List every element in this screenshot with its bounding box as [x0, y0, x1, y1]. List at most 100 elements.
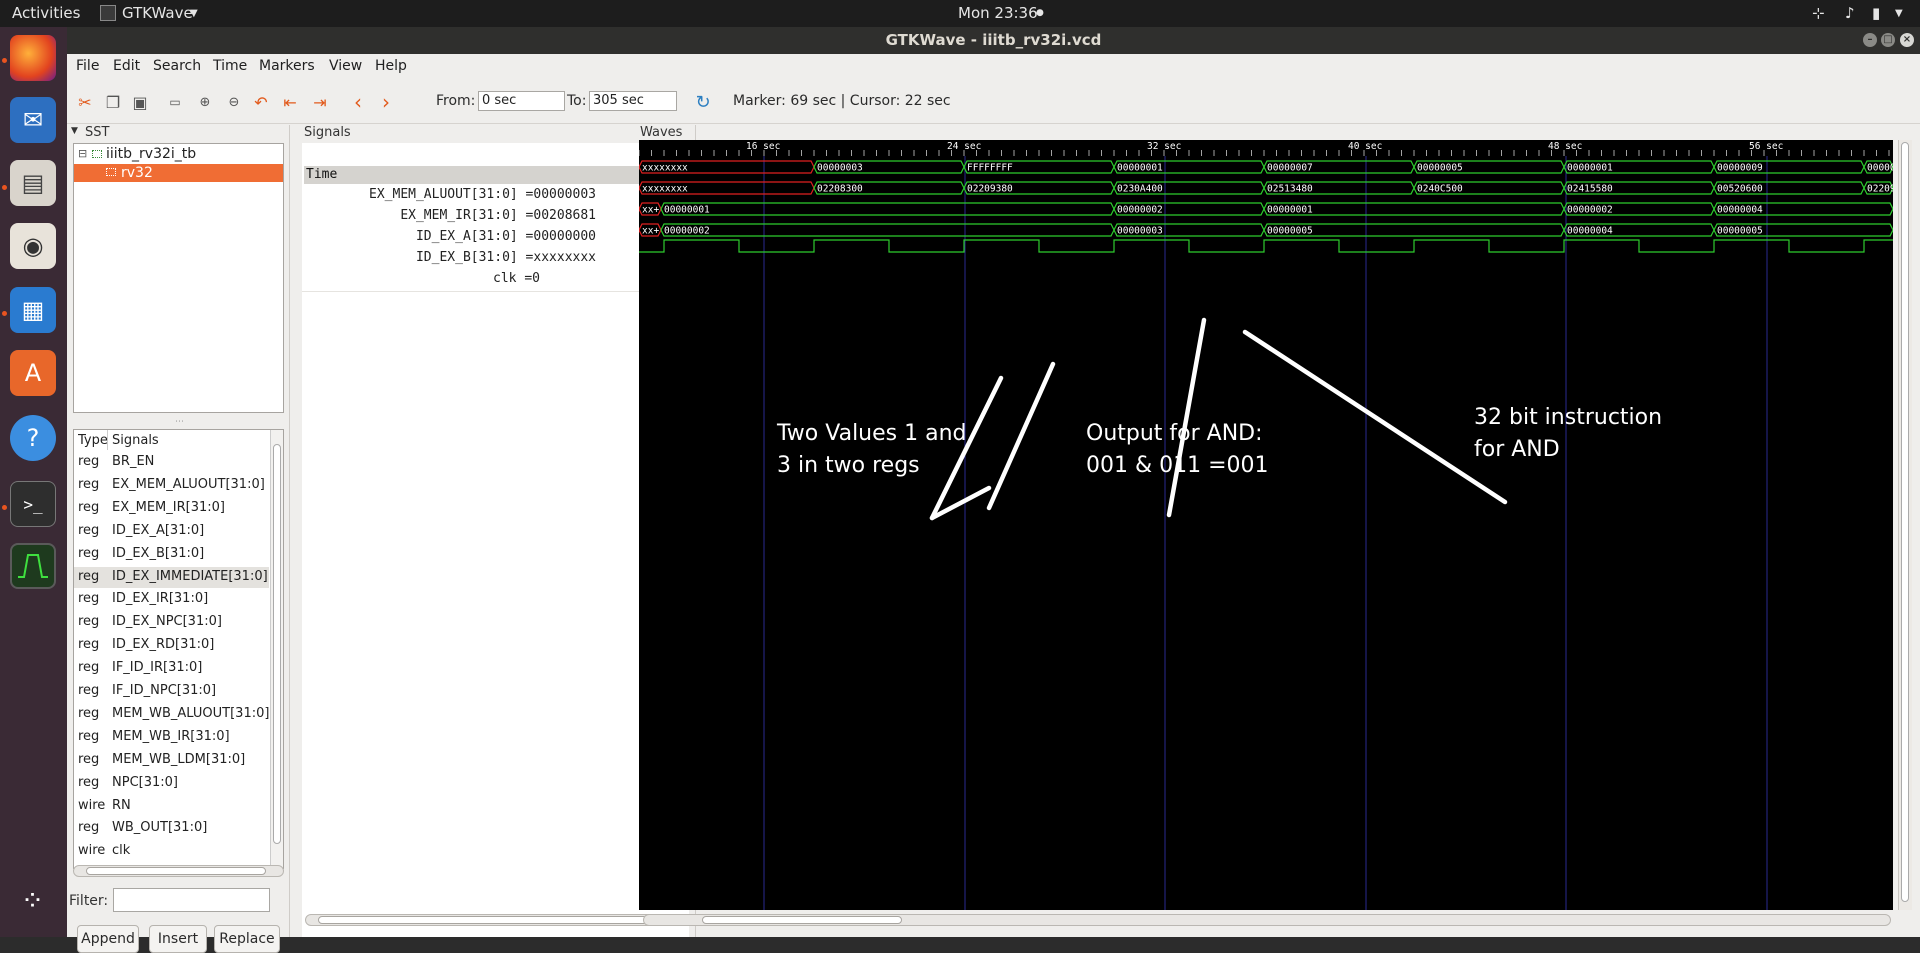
minimize-icon[interactable]: –: [1863, 33, 1877, 47]
find-prev-edge-icon[interactable]: ‹: [347, 90, 369, 114]
scrollbar-thumb[interactable]: [86, 867, 266, 875]
signal-name: RN: [112, 797, 131, 813]
signal-name: EX_MEM_ALUOUT[31:0]: [112, 476, 265, 492]
signal-row-id-ex-a[interactable]: ID_EX_A[31:0] =00000000: [302, 229, 687, 249]
list-item[interactable]: reg ID_EX_A[31:0]: [74, 521, 269, 542]
list-item[interactable]: reg ID_EX_IR[31:0]: [74, 589, 269, 610]
pane-divider[interactable]: [289, 125, 290, 937]
type-column-header[interactable]: Type: [78, 433, 108, 448]
system-menu-chevron-icon[interactable]: ▼: [1895, 8, 1903, 19]
running-indicator-icon: [2, 311, 7, 316]
signal-row-id-ex-b[interactable]: ID_EX_B[31:0] =xxxxxxxx: [302, 250, 687, 270]
zoom-fit-icon[interactable]: ▭: [164, 91, 186, 113]
list-item[interactable]: reg EX_MEM_ALUOUT[31:0]: [74, 475, 269, 496]
thunderbird-icon[interactable]: ✉: [10, 97, 56, 143]
list-item[interactable]: reg ID_EX_B[31:0]: [74, 544, 269, 565]
waves-canvas[interactable]: 16 sec 24 sec 32 sec 40 sec 48 sec 56 sec xxxx…: [639, 140, 1893, 910]
replace-button[interactable]: Replace: [214, 925, 280, 953]
signals-column-header[interactable]: Signals: [112, 433, 159, 448]
terminal-icon[interactable]: >_: [10, 481, 56, 527]
list-item[interactable]: reg ID_EX_NPC[31:0]: [74, 612, 269, 633]
tree-item-tb[interactable]: iiitb_rv32i_tb: [106, 146, 196, 162]
to-input[interactable]: 305 sec: [589, 91, 677, 111]
zoom-in-icon[interactable]: ⊕: [194, 91, 216, 113]
tree-item-rv32-row[interactable]: rv32: [74, 164, 283, 182]
sst-label: SST: [85, 125, 110, 140]
vertical-scrollbar[interactable]: [270, 430, 283, 868]
find-next-edge-icon[interactable]: ›: [375, 90, 397, 114]
window-title: GTKWave - iiitb_rv32i.vcd: [885, 31, 1102, 49]
software-center-icon[interactable]: A: [10, 350, 56, 396]
list-item[interactable]: wire clk: [74, 841, 269, 862]
writer-icon[interactable]: ▦: [10, 287, 56, 333]
bus-value-label: 00000002: [664, 226, 710, 237]
menu-help[interactable]: Help: [375, 58, 407, 74]
menu-file[interactable]: File: [76, 58, 99, 74]
battery-icon[interactable]: ▮: [1872, 4, 1880, 22]
menu-edit[interactable]: Edit: [113, 58, 140, 74]
firefox-icon[interactable]: [10, 35, 56, 81]
signal-row-clk[interactable]: clk =0: [302, 271, 687, 291]
scrollbar-thumb[interactable]: [318, 916, 670, 924]
insert-button[interactable]: Insert: [149, 925, 207, 953]
volume-icon[interactable]: ♪: [1845, 4, 1855, 22]
zoom-to-end-icon[interactable]: ⇥: [309, 91, 331, 113]
files-icon[interactable]: ▤: [10, 160, 56, 206]
waves-vertical-scrollbar[interactable]: [1898, 140, 1912, 910]
list-item[interactable]: wire RN: [74, 796, 269, 817]
bus-segment: [660, 223, 1115, 237]
paste-icon[interactable]: ▣: [129, 91, 151, 113]
network-icon[interactable]: ⊹: [1812, 4, 1825, 22]
cut-icon[interactable]: ✂: [74, 91, 96, 113]
app-menu-button[interactable]: GTKWave: [122, 4, 193, 22]
menu-markers[interactable]: Markers: [259, 58, 315, 74]
append-button[interactable]: Append: [77, 925, 139, 953]
scrollbar-thumb[interactable]: [702, 916, 902, 924]
help-icon[interactable]: ?: [10, 415, 56, 461]
list-item[interactable]: reg IF_ID_IR[31:0]: [74, 658, 269, 679]
list-item[interactable]: reg IF_ID_NPC[31:0]: [74, 681, 269, 702]
filter-input[interactable]: [113, 888, 270, 912]
list-item[interactable]: reg ID_EX_RD[31:0]: [74, 635, 269, 656]
signal-row-ex-mem-ir[interactable]: EX_MEM_IR[31:0] =00208681: [302, 208, 687, 228]
menu-time[interactable]: Time: [213, 58, 247, 74]
menu-view[interactable]: View: [329, 58, 362, 74]
list-item[interactable]: reg MEM_WB_IR[31:0]: [74, 727, 269, 748]
waveform-icon: [18, 554, 48, 578]
maximize-icon[interactable]: □: [1881, 33, 1895, 47]
tree-expander-icon[interactable]: ⊟: [78, 147, 87, 160]
reload-icon[interactable]: ↻: [692, 91, 714, 113]
signal-name: BR_EN: [112, 454, 155, 469]
from-input[interactable]: 0 sec: [478, 91, 565, 111]
clock[interactable]: Mon 23:36: [958, 4, 1038, 22]
gtkwave-dock-icon[interactable]: [10, 543, 56, 589]
scrollbar-thumb[interactable]: [1901, 142, 1909, 902]
list-item[interactable]: reg BR_EN: [74, 452, 269, 473]
notification-dot-icon: ●: [1036, 8, 1044, 18]
waves-horizontal-scrollbar[interactable]: [643, 914, 1891, 926]
list-item[interactable]: reg WB_OUT[31:0]: [74, 818, 269, 839]
menu-search[interactable]: Search: [153, 58, 201, 74]
list-item[interactable]: reg EX_MEM_IR[31:0]: [74, 498, 269, 519]
list-item[interactable]: reg MEM_WB_LDM[31:0]: [74, 750, 269, 771]
signals-horizontal-scrollbar[interactable]: [305, 914, 685, 926]
sst-horizontal-scrollbar[interactable]: [73, 865, 284, 877]
show-applications-icon[interactable]: ⁘: [10, 877, 56, 923]
annotation-two-values: Two Values 1 and 3 in two regs: [777, 421, 967, 478]
module-icon: [92, 150, 102, 158]
waveform-svg[interactable]: 16 sec 24 sec 32 sec 40 sec 48 sec 56 sec xxxx…: [639, 140, 1893, 910]
pane-splitter-handle[interactable]: ⋯: [175, 417, 184, 427]
zoom-out-icon[interactable]: ⊖: [223, 91, 245, 113]
list-item[interactable]: reg NPC[31:0]: [74, 773, 269, 794]
copy-icon[interactable]: ❐: [102, 91, 124, 113]
list-item[interactable]: reg MEM_WB_ALUOUT[31:0]: [74, 704, 269, 725]
sst-collapse-icon[interactable]: ▼: [71, 126, 78, 136]
rhythmbox-icon[interactable]: ◉: [10, 223, 56, 269]
zoom-to-start-icon[interactable]: ⇤: [279, 91, 301, 113]
activities-button[interactable]: Activities: [12, 4, 80, 22]
undo-zoom-icon[interactable]: ↶: [250, 91, 272, 113]
close-icon[interactable]: ×: [1900, 33, 1914, 47]
scrollbar-thumb[interactable]: [273, 444, 281, 844]
signal-row-ex-mem-aluout[interactable]: EX_MEM_ALUOUT[31:0] =00000003: [302, 187, 687, 207]
list-item[interactable]: reg ID_EX_IMMEDIATE[31:0]: [74, 566, 269, 588]
